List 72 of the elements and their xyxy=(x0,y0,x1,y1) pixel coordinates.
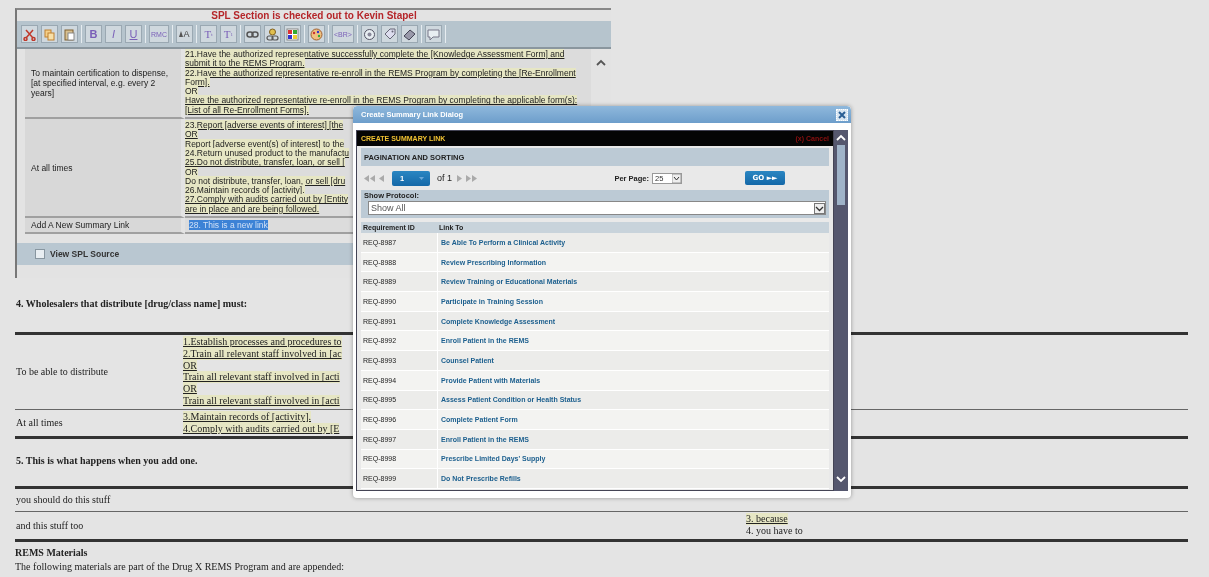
badge-icon xyxy=(362,27,376,41)
summary-link[interactable]: Train all relevant staff involved in [acti xyxy=(183,395,340,407)
coin-chain-icon xyxy=(265,27,279,41)
scrollbar[interactable] xyxy=(834,130,848,491)
copy-icon xyxy=(43,27,56,41)
scroll-down-icon[interactable] xyxy=(836,476,846,483)
summary-link[interactable]: are in place and are being followed. xyxy=(185,203,320,214)
summary-link[interactable]: OR xyxy=(183,383,197,396)
scissors-icon xyxy=(23,27,36,41)
toolbar-button[interactable] xyxy=(380,25,398,43)
toolbar-button[interactable] xyxy=(21,25,38,43)
summary-link[interactable]: 27.Comply with audits carried out by [Entity xyxy=(185,194,348,205)
new-link-text: 28. This is a new link xyxy=(189,220,268,231)
image-icon xyxy=(285,27,299,41)
eraser-icon xyxy=(402,27,416,41)
toolbar-button[interactable] xyxy=(400,25,418,43)
condition-text: and this stuff too xyxy=(16,519,84,532)
add-link-label: Add A New Summary Link xyxy=(31,220,130,231)
summary-link[interactable]: 25.Do not distribute, transfer, loan, or sell [ xyxy=(185,157,345,168)
caret-icon xyxy=(419,176,424,180)
scroll-up-icon[interactable] xyxy=(596,59,606,66)
triangle-icon xyxy=(179,31,184,37)
summary-link[interactable]: 3.Maintain records of [activity]. xyxy=(183,410,311,423)
checkbox[interactable] xyxy=(35,249,45,260)
summary-link[interactable]: 22.Have the authorized representative re-enroll in the REMS Program by completing the [Re-Enrollment xyxy=(185,67,576,78)
summary-link[interactable]: OR xyxy=(185,166,198,177)
protocol-select[interactable]: Show All xyxy=(368,201,826,215)
tag-icon xyxy=(382,27,396,41)
checkbox-label: View SPL Source xyxy=(50,249,120,260)
condition-text: At all times xyxy=(31,162,73,173)
summary-link[interactable]: Train all relevant staff involved in [acti xyxy=(183,371,340,384)
page-count: of 1 xyxy=(437,173,452,183)
toolbar-button[interactable]: A xyxy=(175,25,193,43)
materials-text: The following materials are part of the Drug X REMS Program and are appended: xyxy=(15,560,346,573)
condition-text: To be able to distribute xyxy=(16,366,109,378)
summary-link[interactable]: Do not distribute, transfer, loan, or sell [dru xyxy=(185,175,346,186)
summary-link[interactable]: 24.Return unused product to the manufactu xyxy=(185,147,349,158)
section-heading: 5. This is what happens when you add one. xyxy=(16,455,198,468)
summary-link[interactable]: submit it to the REMS Program. xyxy=(185,58,305,69)
summary-link[interactable]: Have the authorized representative re-enroll in the REMS Program by completing the applicable form(s): xyxy=(185,95,578,106)
toolbar-button[interactable]: I xyxy=(105,25,122,43)
summary-link[interactable]: 1.Establish processes and procedures to xyxy=(183,336,342,348)
summary-link[interactable]: 3. because xyxy=(746,513,788,525)
summary-link[interactable]: Form]. xyxy=(185,76,210,87)
summary-link[interactable]: OR xyxy=(185,129,198,140)
summary-link[interactable]: 23.Report [adverse events of interest] [the xyxy=(185,120,344,131)
toolbar-button[interactable]: U xyxy=(125,25,142,43)
summary-link[interactable]: Report [adverse event(s) of interest] to the xyxy=(185,138,345,149)
condition-text: you should do this stuff xyxy=(16,494,111,507)
summary-link[interactable]: 21.Have the authorized representative successfully complete the [Knowledge Assessment Form] and xyxy=(185,49,565,59)
condition-text: To maintain certification to dispense, [at specified interval, e.g. every 2 years] xyxy=(31,68,170,99)
toolbar-button[interactable] xyxy=(283,25,301,43)
toolbar-button[interactable] xyxy=(263,25,281,43)
close-icon xyxy=(838,110,846,119)
scrollbar-thumb[interactable] xyxy=(837,145,845,205)
toolbar-button[interactable]: B xyxy=(85,25,102,43)
toolbar-button[interactable] xyxy=(360,25,378,43)
palette-icon xyxy=(309,27,323,41)
section-heading: 4. Wholesalers that distribute [drug/class name] must: xyxy=(16,298,248,311)
toolbar-button[interactable] xyxy=(307,25,325,43)
checkout-notice: SPL Section is checked out to Kevin Stapel xyxy=(210,10,418,21)
summary-link[interactable]: [List of all Re-Enrollment Forms]. xyxy=(185,104,309,115)
requirement-text: 4. you have to xyxy=(746,525,803,537)
dropdown-arrow-icon xyxy=(814,202,825,214)
materials-heading: REMS Materials xyxy=(15,546,89,559)
close-button[interactable] xyxy=(836,108,848,121)
speech-bubble-icon xyxy=(426,27,440,41)
clipboard-icon xyxy=(63,27,76,41)
dropdown-arrow-icon xyxy=(672,173,681,183)
condition-text: At all times xyxy=(16,417,63,429)
toolbar-button[interactable]: T$^{t}$ xyxy=(199,25,217,43)
toolbar-button[interactable] xyxy=(243,25,261,43)
